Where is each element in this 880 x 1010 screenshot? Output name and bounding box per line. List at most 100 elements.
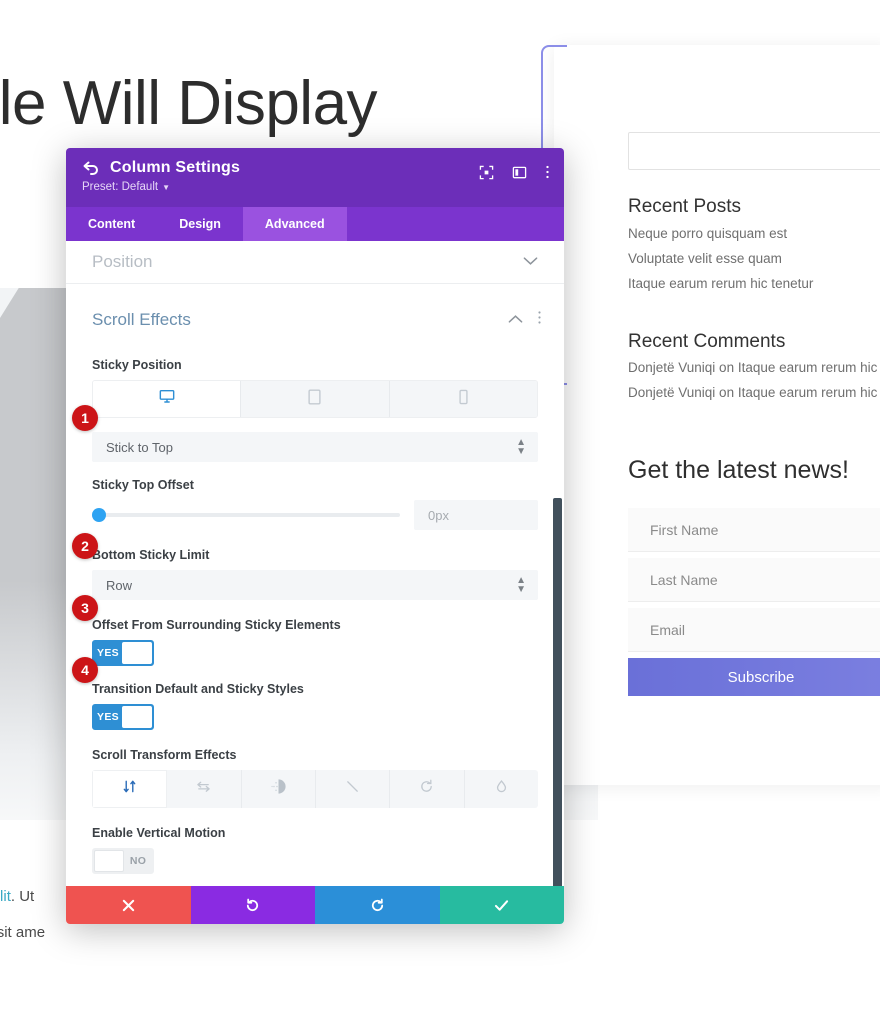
bottom-sticky-limit-select[interactable]: Row ▲ ▼ bbox=[92, 570, 538, 600]
modal-header: Column Settings Preset: Default ▼ bbox=[66, 148, 564, 207]
modal-title: Column Settings bbox=[110, 159, 241, 176]
fade-icon bbox=[270, 778, 287, 800]
device-phone-option[interactable] bbox=[389, 381, 537, 417]
enable-vertical-motion-toggle[interactable]: NO bbox=[92, 848, 154, 874]
select-stepper-icon: ▲ ▼ bbox=[516, 437, 526, 457]
sticky-top-offset-slider[interactable] bbox=[92, 508, 400, 522]
horizontal-motion-icon bbox=[196, 779, 211, 799]
toggle-value: NO bbox=[129, 855, 147, 867]
screenshot-stage: tle Will Display cing elit. Ut onec sit … bbox=[0, 0, 880, 1010]
recent-post-link[interactable]: Voluptate velit esse quam bbox=[628, 251, 782, 266]
last-name-field[interactable]: Last Name bbox=[628, 558, 880, 602]
tab-design[interactable]: Design bbox=[157, 207, 243, 241]
sticky-position-label: Sticky Position bbox=[92, 358, 182, 372]
device-desktop-option[interactable] bbox=[93, 381, 242, 417]
effect-scale[interactable] bbox=[315, 770, 391, 808]
toggle-value: YES bbox=[97, 647, 119, 659]
section-position-title: Position bbox=[92, 252, 153, 271]
field-enable-vertical-motion: Enable Vertical Motion NO bbox=[66, 826, 564, 874]
cancel-button[interactable] bbox=[66, 886, 191, 924]
rotate-icon bbox=[419, 779, 434, 799]
modal-scrollbar[interactable] bbox=[553, 498, 562, 886]
effect-rotate[interactable] bbox=[390, 770, 465, 808]
desktop-icon bbox=[159, 389, 175, 409]
sticky-top-offset-input[interactable]: 0px bbox=[414, 500, 538, 530]
enable-vertical-motion-label: Enable Vertical Motion bbox=[92, 826, 226, 840]
tab-advanced[interactable]: Advanced bbox=[242, 207, 347, 241]
recent-post-link[interactable]: Itaque earum rerum hic tenetur bbox=[628, 276, 813, 291]
section-position[interactable]: Position bbox=[66, 241, 564, 284]
section-scroll-effects-header[interactable]: Scroll Effects bbox=[66, 292, 564, 348]
split-view-icon[interactable] bbox=[512, 165, 527, 180]
page-paragraph-link[interactable]: cing elit bbox=[0, 888, 11, 905]
field-scroll-transform: Scroll Transform Effects bbox=[66, 748, 564, 808]
modal-tabs: Content Design Advanced bbox=[66, 207, 564, 241]
close-icon bbox=[122, 899, 134, 911]
recent-posts-heading: Recent Posts bbox=[628, 196, 741, 217]
scroll-transform-label: Scroll Transform Effects bbox=[92, 748, 237, 762]
transition-styles-label: Transition Default and Sticky Styles bbox=[92, 682, 304, 696]
scroll-transform-effects-row bbox=[92, 770, 538, 808]
callout-badge-3: 3 bbox=[72, 595, 98, 621]
page-hero-title: tle Will Display bbox=[0, 69, 378, 138]
newsletter-heading: Get the latest news! bbox=[628, 456, 849, 484]
stick-to-top-select[interactable]: Stick to Top ▲ ▼ bbox=[92, 432, 538, 462]
modal-header-actions bbox=[479, 164, 550, 180]
tablet-icon bbox=[308, 389, 322, 410]
sidebar-search-input[interactable] bbox=[628, 132, 880, 170]
recent-comment-link[interactable]: Donjetë Vuniqi on Itaque earum rerum hic… bbox=[628, 385, 880, 400]
tab-content[interactable]: Content bbox=[66, 207, 157, 241]
field-bottom-sticky-limit: Bottom Sticky Limit Row ▲ ▼ bbox=[66, 548, 564, 600]
column-settings-modal: Column Settings Preset: Default ▼ Conten… bbox=[66, 148, 564, 924]
callout-badge-4: 4 bbox=[72, 657, 98, 683]
preset-label: Preset: Default bbox=[82, 181, 159, 193]
device-tablet-option[interactable] bbox=[241, 381, 390, 417]
effect-blur[interactable] bbox=[464, 770, 538, 808]
undo-button[interactable] bbox=[190, 886, 315, 924]
redo-icon bbox=[371, 898, 383, 911]
save-button[interactable] bbox=[439, 886, 564, 924]
stick-to-top-value: Stick to Top bbox=[106, 439, 173, 455]
bottom-sticky-limit-label: Bottom Sticky Limit bbox=[92, 548, 210, 562]
effect-vertical-motion[interactable] bbox=[92, 770, 168, 808]
select-stepper-icon: ▲ ▼ bbox=[516, 575, 526, 595]
effect-horizontal-motion[interactable] bbox=[167, 770, 242, 808]
undo-icon bbox=[247, 898, 259, 911]
callout-badge-2: 2 bbox=[72, 533, 98, 559]
scale-icon bbox=[345, 779, 360, 799]
toggle-knob bbox=[94, 850, 124, 872]
recent-comments-heading: Recent Comments bbox=[628, 331, 786, 352]
offset-surrounding-label: Offset From Surrounding Sticky Elements bbox=[92, 618, 341, 632]
effect-fade[interactable] bbox=[241, 770, 316, 808]
subscribe-button[interactable]: Subscribe bbox=[628, 658, 880, 696]
chevron-down-icon[interactable] bbox=[523, 253, 538, 271]
field-sticky-position: Sticky Position bbox=[66, 358, 564, 418]
page-paragraph-line-2: onec sit ame bbox=[0, 924, 46, 941]
toggle-knob bbox=[122, 642, 152, 664]
page-paragraph-rest: . Ut bbox=[10, 888, 35, 905]
back-arrow-icon[interactable] bbox=[82, 159, 100, 177]
offset-surrounding-toggle[interactable]: YES bbox=[92, 640, 154, 666]
field-offset-surrounding: Offset From Surrounding Sticky Elements … bbox=[66, 618, 564, 666]
more-options-icon[interactable] bbox=[545, 164, 550, 180]
email-field[interactable]: Email bbox=[628, 608, 880, 652]
section-more-options-icon[interactable] bbox=[537, 310, 542, 330]
recent-post-link[interactable]: Neque porro quisquam est bbox=[628, 226, 787, 241]
first-name-field[interactable]: First Name bbox=[628, 508, 880, 552]
preset-selector[interactable]: Preset: Default ▼ bbox=[82, 181, 550, 193]
fullscreen-icon[interactable] bbox=[479, 165, 494, 180]
sticky-top-offset-label: Sticky Top Offset bbox=[92, 478, 194, 492]
page-paragraph-line-1: cing elit. Ut bbox=[0, 888, 34, 905]
callout-badge-1: 1 bbox=[72, 405, 98, 431]
toggle-knob bbox=[122, 706, 152, 728]
phone-icon bbox=[459, 389, 468, 410]
modal-footer bbox=[66, 886, 564, 924]
chevron-up-icon[interactable] bbox=[508, 311, 523, 329]
toggle-value: YES bbox=[97, 711, 119, 723]
transition-styles-toggle[interactable]: YES bbox=[92, 704, 154, 730]
field-stick-to-top: Stick to Top ▲ ▼ bbox=[66, 432, 564, 462]
redo-button[interactable] bbox=[315, 886, 440, 924]
slider-handle[interactable] bbox=[92, 508, 106, 522]
blur-icon bbox=[494, 779, 509, 799]
recent-comment-link[interactable]: Donjetë Vuniqi on Itaque earum rerum hic… bbox=[628, 360, 880, 375]
